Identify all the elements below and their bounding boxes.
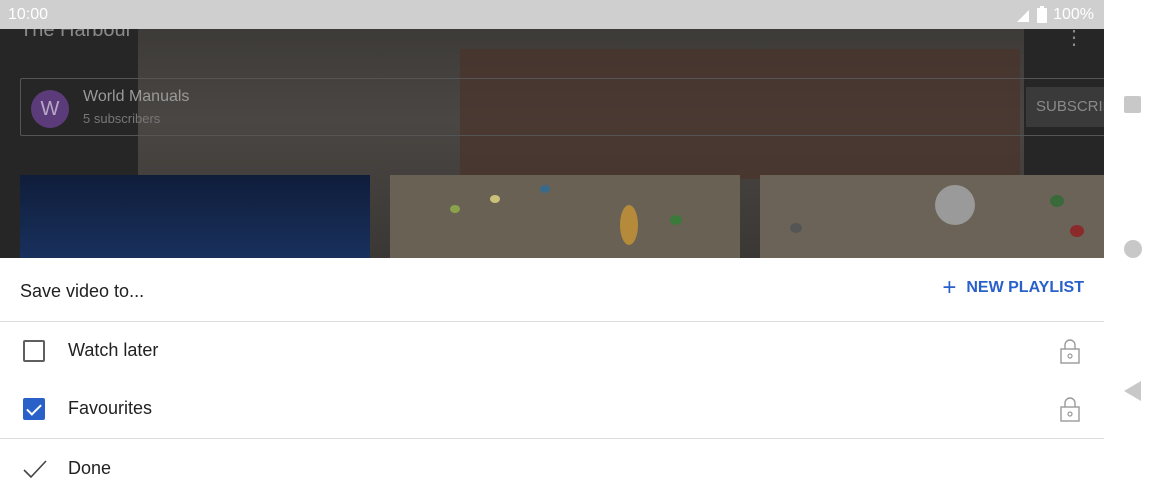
lock-icon — [1060, 339, 1080, 364]
navigation-bar — [1104, 0, 1162, 498]
playlist-row-favourites[interactable]: Favourites — [0, 380, 1104, 438]
screen: 10:00 100% The Harbour ⋮ W World Manuals… — [0, 0, 1104, 498]
channel-card: W World Manuals 5 subscribers SUBSCRIBE — [20, 78, 1104, 136]
playlist-label: Watch later — [68, 340, 159, 360]
watch-later-checkbox[interactable] — [23, 340, 45, 362]
paint-dot — [670, 215, 682, 225]
checkmark-icon — [23, 460, 47, 479]
subscribe-button: SUBSCRIBE — [1026, 87, 1104, 127]
paint-dot — [1050, 195, 1064, 207]
sheet-title: Save video to... — [20, 281, 145, 301]
home-icon[interactable] — [1124, 240, 1142, 258]
done-label: Done — [68, 458, 112, 478]
paint-dot — [1070, 225, 1084, 237]
paint-dot — [790, 223, 802, 233]
back-icon[interactable] — [1124, 381, 1141, 401]
background-video-page: The Harbour ⋮ W World Manuals 5 subscrib… — [0, 29, 1104, 258]
paint-dot — [490, 195, 500, 203]
new-playlist-label: NEW PLAYLIST — [966, 279, 1084, 296]
battery-icon — [1037, 5, 1048, 23]
paint-dot — [540, 185, 550, 193]
status-time: 10:00 — [8, 6, 49, 23]
lock-icon — [1060, 397, 1080, 422]
status-icons: 100% — [1015, 5, 1094, 24]
done-button[interactable]: Done — [0, 439, 1104, 497]
video-title: The Harbour — [20, 29, 133, 41]
signal-icon — [1017, 10, 1030, 22]
avatar: W — [31, 90, 69, 128]
new-playlist-button[interactable]: + NEW PLAYLIST — [942, 274, 1084, 301]
paint-dot — [620, 205, 638, 245]
favourites-checkbox[interactable] — [23, 398, 45, 420]
video-thumbnail — [20, 175, 370, 258]
channel-subscriber-count: 5 subscribers — [83, 111, 161, 126]
video-thumbnail — [390, 175, 740, 258]
recents-icon[interactable] — [1124, 96, 1141, 113]
channel-name: World Manuals — [83, 88, 190, 105]
save-to-playlist-sheet: Save video to... + NEW PLAYLIST Watch la… — [0, 258, 1104, 498]
playlist-row-watch-later[interactable]: Watch later — [0, 322, 1104, 380]
battery-percent: 100% — [1053, 6, 1094, 23]
video-thumbnail — [760, 175, 1104, 258]
playlist-label: Favourites — [68, 398, 153, 418]
paint-dot — [935, 185, 975, 225]
more-options-icon: ⋮ — [1064, 29, 1084, 49]
paint-dot — [450, 205, 460, 213]
plus-icon: + — [942, 274, 957, 301]
status-bar: 10:00 100% — [0, 0, 1104, 29]
